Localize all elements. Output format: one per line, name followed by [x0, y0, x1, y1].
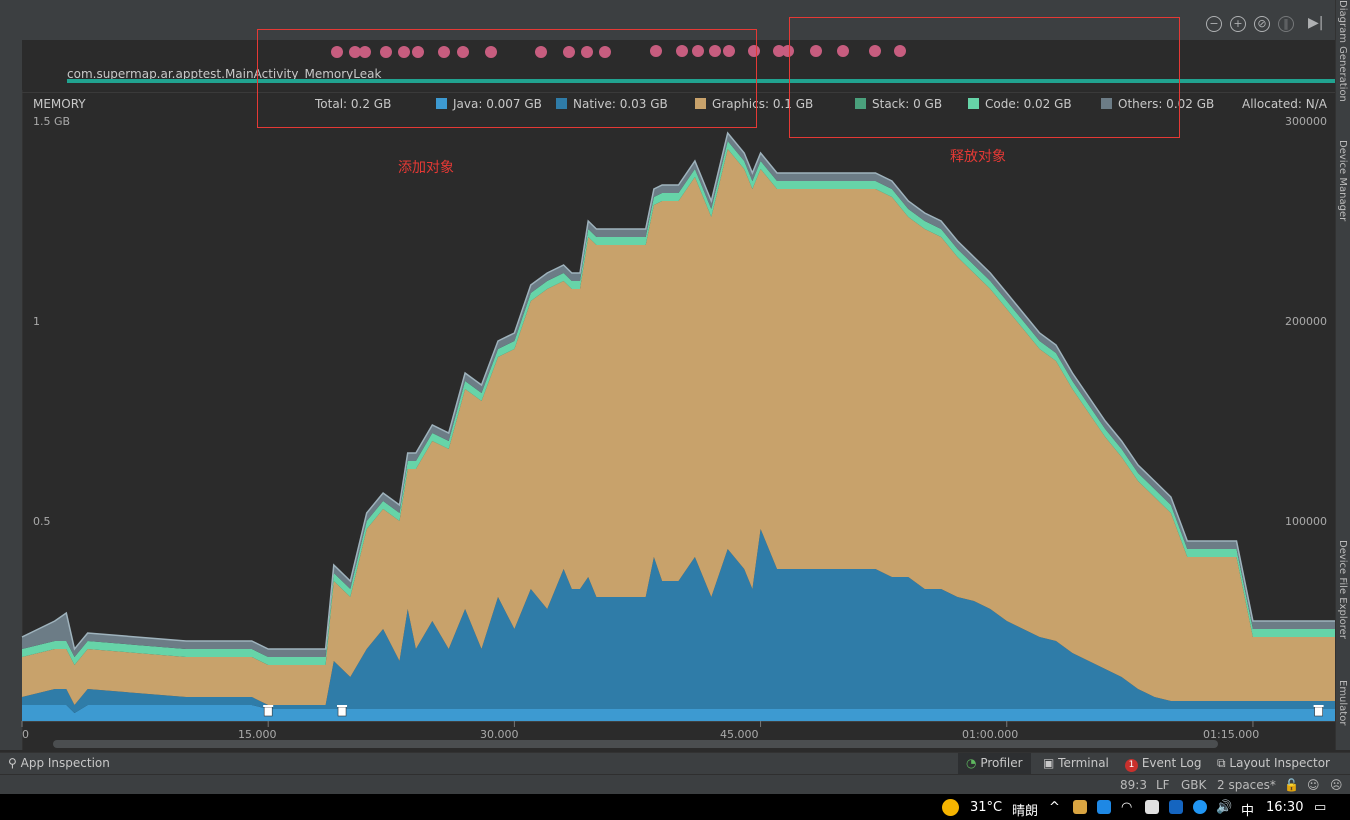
line-separator[interactable]: LF [1156, 778, 1170, 792]
release-objects-box [789, 17, 1180, 138]
add-objects-box [257, 29, 757, 128]
ime-indicator[interactable]: 中 [1241, 800, 1254, 819]
tray-browser-icon[interactable] [1193, 800, 1207, 814]
x-tick-0: 0 [22, 728, 29, 741]
gc-event-icon[interactable] [1313, 705, 1324, 717]
weather-text[interactable]: 晴朗 [1012, 800, 1038, 819]
cursor-position[interactable]: 89:3 [1120, 778, 1147, 792]
tray-app-icon[interactable] [1073, 800, 1087, 814]
tray-expand-icon[interactable]: ^ [1049, 800, 1060, 815]
windows-taskbar: 31°C 晴朗 ^ ◠ 🔊 中 16:30 ▭ [0, 794, 1350, 820]
event-log-tab[interactable]: 1 Event Log [1125, 756, 1201, 772]
layout-inspector-label: Layout Inspector [1229, 756, 1330, 770]
file-encoding[interactable]: GBK [1181, 778, 1206, 792]
volume-icon[interactable]: 🔊 [1216, 800, 1232, 815]
app-inspection-tab[interactable]: ⚲ App Inspection [8, 756, 110, 770]
event-log-label: Event Log [1141, 756, 1202, 770]
release-objects-annotation: 释放对象 [950, 149, 1006, 165]
temperature[interactable]: 31°C [970, 800, 1002, 815]
sad-face-icon[interactable]: ☹ [1330, 778, 1343, 792]
weather-sun-icon[interactable] [942, 799, 959, 816]
notification-icon[interactable]: ▭ [1314, 800, 1326, 815]
wifi-icon[interactable]: ◠ [1121, 800, 1132, 815]
clock[interactable]: 16:30 [1266, 800, 1303, 815]
terminal-tab[interactable]: ▣ Terminal [1043, 756, 1109, 770]
indent-setting[interactable]: 2 spaces* [1217, 778, 1276, 792]
timeline-scrollbar[interactable] [53, 740, 1218, 748]
terminal-icon: ▣ [1043, 756, 1055, 770]
event-log-badge: 1 [1125, 759, 1138, 772]
tray-windows-icon[interactable] [1145, 800, 1159, 814]
lock-icon[interactable]: 🔓 [1284, 778, 1299, 792]
layout-inspector-tab[interactable]: ⧉ Layout Inspector [1217, 756, 1330, 771]
profiler-icon: ◔ [966, 756, 977, 770]
gc-event-icon[interactable] [337, 705, 348, 717]
tray-update-icon[interactable] [1097, 800, 1111, 814]
terminal-label: Terminal [1058, 756, 1109, 770]
bottom-tool-tabs: ⚲ App Inspection ◔ Profiler ▣ Terminal 1… [0, 752, 1350, 775]
profiler-label: Profiler [980, 756, 1023, 770]
app-inspection-icon: ⚲ [8, 756, 17, 770]
gc-event-icon[interactable] [263, 705, 274, 717]
add-objects-annotation: 添加对象 [398, 160, 454, 176]
happy-face-icon[interactable]: ☺ [1307, 778, 1320, 792]
profiler-tab[interactable]: ◔ Profiler [958, 753, 1031, 775]
status-bar: 89:3 LF GBK 2 spaces* 🔓 ☺ ☹ [0, 774, 1350, 795]
layout-inspector-icon: ⧉ [1217, 756, 1226, 770]
app-inspection-label: App Inspection [20, 756, 110, 770]
tray-shield-icon[interactable] [1169, 800, 1183, 814]
